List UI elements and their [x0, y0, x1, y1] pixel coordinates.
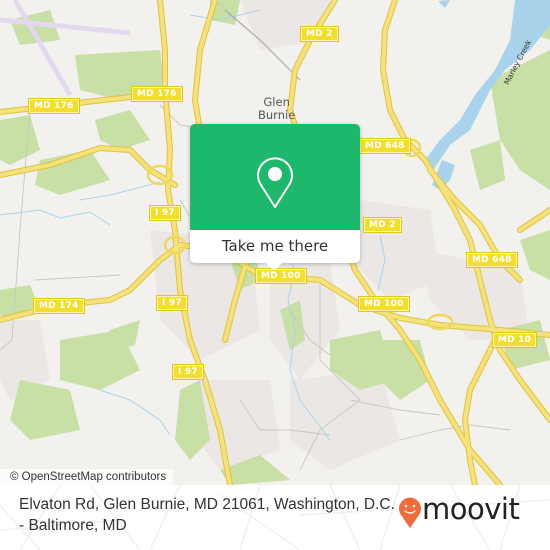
road-shield-md-100: MD 100 — [358, 296, 410, 312]
road-shield-md-100: MD 100 — [255, 268, 307, 284]
address-line2: - Baltimore, MD — [19, 517, 127, 534]
road-shield-md-648: MD 648 — [466, 252, 518, 268]
place-label-glen-burnie: Glen Burnie — [258, 96, 295, 122]
road-shield-md-176: MD 176 — [28, 98, 80, 114]
road-shield-md-176: MD 176 — [131, 86, 183, 102]
road-shield-md-2: MD 2 — [363, 217, 402, 233]
place-label-line2: Burnie — [258, 108, 296, 122]
road-shield-md-10: MD 10 — [491, 332, 538, 348]
map-pin-icon — [256, 157, 294, 213]
popup-pointer — [266, 263, 282, 271]
moovit-wordmark: moovit — [422, 492, 520, 526]
address-line1: Elvaton Rd, Glen Burnie, MD 21061, Washi… — [19, 496, 395, 513]
road-shield-i-97: I 97 — [156, 295, 188, 311]
map[interactable]: Glen Burnie Marley Creek MD 176 MD 176 M… — [0, 0, 550, 485]
road-shield-i-97: I 97 — [149, 205, 181, 221]
road-shield-md-174: MD 174 — [33, 298, 85, 314]
address-text: Elvaton Rd, Glen Burnie, MD 21061, Washi… — [19, 494, 399, 536]
location-popup: Take me there — [190, 124, 360, 271]
footer: Elvaton Rd, Glen Burnie, MD 21061, Washi… — [0, 485, 550, 550]
map-attribution[interactable]: © OpenStreetMap contributors — [0, 469, 174, 485]
moovit-pin-icon — [399, 497, 421, 528]
road-shield-i-97: I 97 — [172, 364, 204, 380]
road-shield-md-648: MD 648 — [359, 138, 411, 154]
take-me-there-button[interactable]: Take me there — [190, 237, 360, 255]
road-shield-md-2: MD 2 — [300, 26, 339, 42]
